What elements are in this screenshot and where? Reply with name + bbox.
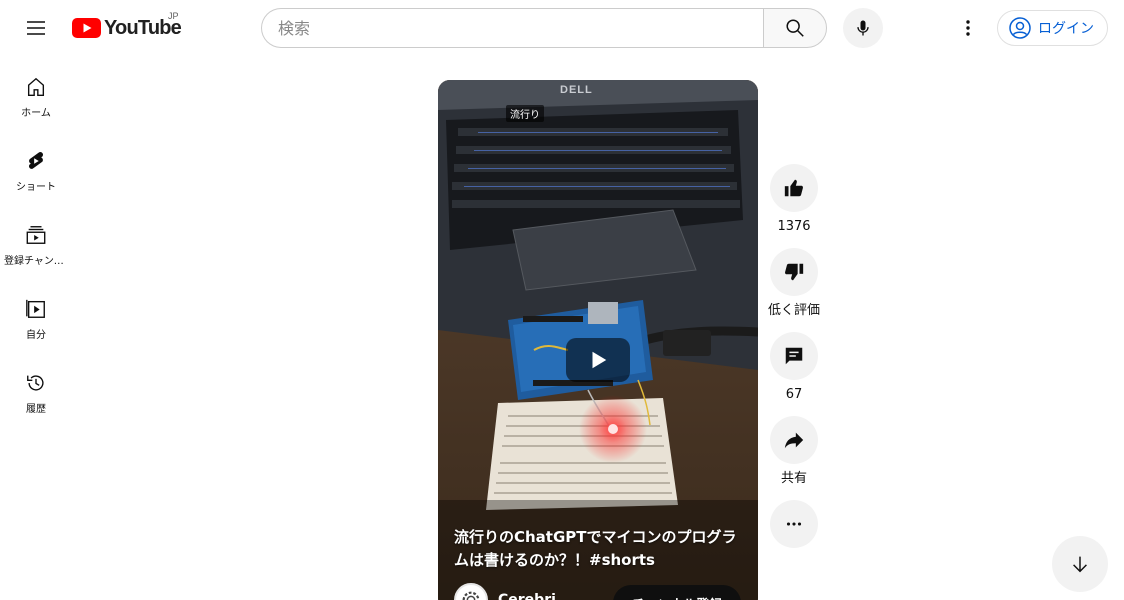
account-icon xyxy=(1009,17,1031,39)
share-action: 共有 xyxy=(770,416,818,488)
comment-action: 67 xyxy=(770,332,818,404)
more-actions-button[interactable] xyxy=(770,500,818,548)
share-label: 共有 xyxy=(780,471,807,486)
play-icon xyxy=(592,351,607,369)
sidebar-item-label: 自分 xyxy=(26,330,46,341)
login-button[interactable]: ログイン xyxy=(997,10,1108,46)
youtube-play-icon xyxy=(72,18,101,38)
sidebar-item-label: 履歴 xyxy=(26,404,46,415)
like-button[interactable] xyxy=(770,164,818,212)
channel-row: Cerebri… xyxy=(454,583,608,600)
comment-icon xyxy=(785,347,803,365)
comment-count: 67 xyxy=(785,387,803,402)
short-title[interactable]: 流行りのChatGPTでマイコンのプログラムは書けるのか？！#shorts xyxy=(454,526,746,572)
dislike-action: 低く評価 xyxy=(768,248,820,320)
sidebar-item-label: ショート xyxy=(16,182,56,193)
sidebar-item-library[interactable]: 自分 xyxy=(0,278,72,352)
sidebar-item-history[interactable]: 履歴 xyxy=(0,352,72,426)
youtube-logo[interactable]: YouTube JP xyxy=(72,11,182,42)
search-input[interactable] xyxy=(278,18,764,38)
more-vert-icon xyxy=(966,20,970,36)
history-icon xyxy=(27,375,44,391)
like-action: 1376 xyxy=(770,164,818,236)
sidebar-item-shorts[interactable]: ショート xyxy=(0,130,72,204)
library-icon xyxy=(26,299,45,318)
mini-guide: ホーム ショート 登録チャンネル 自分 履歴 xyxy=(0,56,72,426)
gear-icon xyxy=(462,591,480,600)
search-box[interactable] xyxy=(261,8,764,48)
dislike-button[interactable] xyxy=(770,248,818,296)
laptop-brand-logo: DELL xyxy=(560,84,593,96)
thumbs-down-icon xyxy=(785,263,804,281)
thumbs-up-icon xyxy=(784,179,803,197)
sidebar-item-home[interactable]: ホーム xyxy=(0,56,72,130)
dislike-label: 低く評価 xyxy=(767,303,820,318)
sidebar-item-label: ホーム xyxy=(21,108,51,119)
sidebar-item-subscriptions[interactable]: 登録チャンネル xyxy=(0,204,72,278)
action-column: 1376 低く評価 67 共有 xyxy=(768,164,820,548)
channel-name[interactable]: Cerebri… xyxy=(498,592,608,600)
subscribe-button[interactable]: チャンネル登録 xyxy=(613,585,741,600)
settings-more-button[interactable] xyxy=(948,8,988,48)
more-horiz-icon xyxy=(786,522,802,526)
login-label: ログイン xyxy=(1038,21,1094,37)
search-icon xyxy=(786,19,804,37)
comment-button[interactable] xyxy=(770,332,818,380)
shorts-icon xyxy=(28,152,44,169)
arrow-down-icon xyxy=(1073,556,1087,573)
like-count: 1376 xyxy=(777,219,811,234)
voice-search-button[interactable] xyxy=(843,8,883,48)
search-button[interactable] xyxy=(763,8,827,48)
home-icon xyxy=(27,77,45,96)
next-video-button[interactable] xyxy=(1052,536,1108,592)
trend-badge: 流行り xyxy=(506,105,544,122)
subscriptions-icon xyxy=(26,226,46,244)
channel-avatar[interactable] xyxy=(454,583,488,600)
play-button[interactable] xyxy=(566,338,630,382)
sidebar-item-label: 登録チャンネル xyxy=(4,256,68,267)
short-video-player[interactable]: 流行り DELL 流行りのChatGPTでマイコンのプログラムは書けるのか？！#… xyxy=(438,80,758,600)
logo-region: JP xyxy=(168,11,179,21)
microphone-icon xyxy=(857,20,869,36)
top-bar: YouTube JP ログイン xyxy=(0,0,1124,56)
menu-icon[interactable] xyxy=(16,8,56,48)
more-action xyxy=(770,500,818,548)
share-icon xyxy=(784,432,804,449)
share-button[interactable] xyxy=(770,416,818,464)
